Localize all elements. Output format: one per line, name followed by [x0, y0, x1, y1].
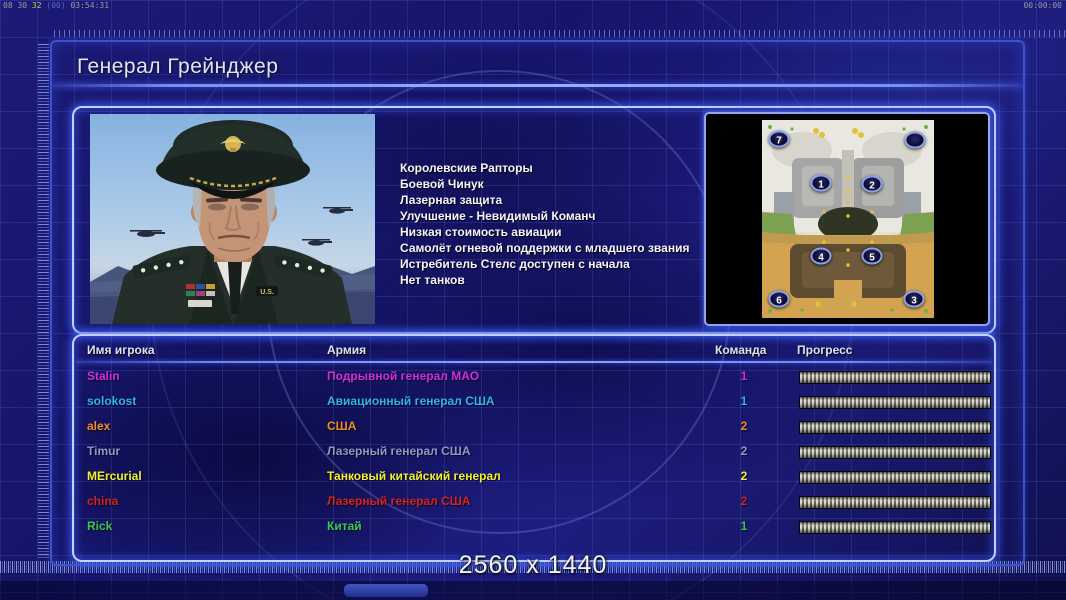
- general-abilities-list: Королевские Рапторы Боевой Чинук Лазерна…: [400, 160, 689, 288]
- ability-item: Истребитель Стелс доступен с начала: [400, 257, 630, 271]
- player-name: MErcurial: [87, 469, 142, 483]
- player-team: 2: [740, 419, 748, 433]
- player-army: Китай: [327, 519, 362, 533]
- table-row: solokost Авиационный генерал США 1: [74, 391, 994, 416]
- progress-fill: [800, 422, 990, 433]
- player-name: Stalin: [87, 369, 120, 383]
- player-army: Лазерный генерал США: [327, 494, 471, 508]
- table-row: china Лазерный генерал США 2: [74, 491, 994, 516]
- map-start-marker: 3: [903, 290, 925, 308]
- minimap-panel: 7 1 2 4 5 6 3: [704, 112, 990, 326]
- ability-item: Нет танков: [400, 273, 465, 287]
- column-header-name: Имя игрока: [87, 343, 155, 357]
- ability-item: Лазерная защита: [400, 193, 503, 207]
- title-divider: [53, 84, 1022, 87]
- player-team: 1: [740, 394, 748, 408]
- us-insignia: U.S.: [256, 286, 278, 296]
- svg-text:U.S.: U.S.: [260, 289, 274, 296]
- map-start-marker: 2: [861, 175, 883, 193]
- general-info-panel: U.S. Королевские Рапторы Боевой Чинук Ла…: [72, 106, 996, 334]
- player-name: china: [87, 494, 119, 508]
- progress-fill: [800, 372, 990, 383]
- top-ruler: [54, 30, 1066, 37]
- player-team: 2: [740, 469, 748, 483]
- progress-fill: [800, 397, 990, 408]
- player-army: США: [327, 419, 357, 433]
- game-clock: 00:00:00: [1023, 1, 1062, 10]
- player-team: 1: [740, 519, 748, 533]
- header-divider: [76, 361, 992, 363]
- bottom-band: [0, 581, 1066, 600]
- table-row: Timur Лазерный генерал США 2: [74, 441, 994, 466]
- general-portrait-image: U.S.: [90, 114, 375, 324]
- column-header-team: Команда: [715, 343, 767, 357]
- map-start-marker: 5: [861, 247, 883, 265]
- ability-item: Самолёт огневой поддержки с младшего зва…: [400, 241, 690, 255]
- player-team: 2: [740, 444, 748, 458]
- minimap-image: 7 1 2 4 5 6 3: [762, 120, 934, 318]
- progress-bar: [799, 396, 991, 409]
- column-header-progress: Прогресс: [797, 343, 853, 357]
- progress-fill: [800, 472, 990, 483]
- progress-bar: [799, 471, 991, 484]
- player-name: Timur: [87, 444, 121, 458]
- player-name: alex: [87, 419, 111, 433]
- player-team: 2: [740, 494, 748, 508]
- player-name: Rick: [87, 519, 113, 533]
- bottom-highlight: [344, 584, 428, 597]
- ribbon-bars: [186, 284, 215, 307]
- player-rows: Stalin Подрывной генерал МАО 1 solokost …: [74, 366, 994, 541]
- map-start-marker: 7: [768, 130, 790, 148]
- progress-bar: [799, 421, 991, 434]
- progress-fill: [800, 447, 990, 458]
- map-start-marker: [904, 131, 926, 149]
- debug-stats: 08 30 32 (00) 03:54:31: [3, 1, 110, 10]
- table-row: alex США 2: [74, 416, 994, 441]
- ability-item: Низкая стоимость авиации: [400, 225, 562, 239]
- player-name: solokost: [87, 394, 137, 408]
- table-row: MErcurial Танковый китайский генерал 2: [74, 466, 994, 491]
- ability-item: Боевой Чинук: [400, 177, 484, 191]
- player-army: Подрывной генерал МАО: [327, 369, 480, 383]
- progress-fill: [800, 497, 990, 508]
- map-start-marker: 4: [810, 247, 832, 265]
- map-start-marker: 1: [810, 174, 832, 192]
- loading-screen: 08 30 32 (00) 03:54:31 00:00:00 Генерал …: [0, 0, 1066, 600]
- progress-fill: [800, 522, 990, 533]
- player-table-panel: Имя игрока Армия Команда Прогресс Stalin…: [72, 334, 996, 562]
- ability-item: Улучшение - Невидимый Команч: [400, 209, 596, 223]
- progress-bar: [799, 371, 991, 384]
- resolution-label: 2560 x 1440: [458, 551, 608, 579]
- progress-bar: [799, 496, 991, 509]
- minimap-terrain: [762, 120, 934, 318]
- ability-item: Королевские Рапторы: [400, 161, 533, 175]
- player-army: Танковый китайский генерал: [327, 469, 501, 483]
- column-header-army: Армия: [327, 343, 367, 357]
- progress-bar: [799, 521, 991, 534]
- player-army: Лазерный генерал США: [327, 444, 471, 458]
- left-ruler: [38, 44, 49, 560]
- map-start-marker: 6: [768, 290, 790, 308]
- page-title: Генерал Грейнджер: [77, 55, 279, 78]
- player-army: Авиационный генерал США: [327, 394, 495, 408]
- table-row: Rick Китай 1: [74, 516, 994, 541]
- player-team: 1: [740, 369, 748, 383]
- progress-bar: [799, 446, 991, 459]
- general-portrait: U.S.: [90, 114, 375, 324]
- table-row: Stalin Подрывной генерал МАО 1: [74, 366, 994, 391]
